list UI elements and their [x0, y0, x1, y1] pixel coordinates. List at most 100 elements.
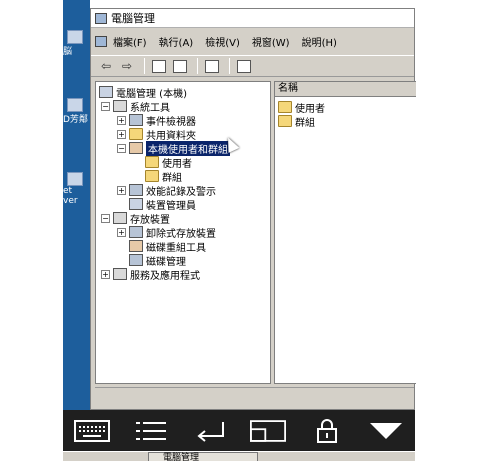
tree-node-storage[interactable]: − 存放裝置: [101, 211, 170, 226]
tree-node-local-users-groups[interactable]: − 本機使用者和群組: [117, 140, 230, 156]
forward-button[interactable]: ⇨: [118, 58, 136, 75]
defragmenter-icon: [129, 240, 143, 252]
tree-node-system-tools[interactable]: − 系統工具: [101, 99, 170, 114]
menu-file[interactable]: 檔案(F): [113, 34, 147, 49]
tree-node-label: 電腦管理 (本機): [116, 88, 187, 100]
expand-icon[interactable]: +: [117, 227, 126, 237]
collapse-icon[interactable]: −: [101, 213, 110, 223]
tree-node-disk-management[interactable]: 磁碟管理: [129, 253, 186, 268]
computer-management-window: 電腦管理 檔案(F) 執行(A) 檢視(V) 視窗(W) 說明(H) ⇦ ⇨ 電…: [90, 8, 416, 410]
export-list-button[interactable]: [203, 58, 221, 75]
help-button[interactable]: [235, 58, 253, 75]
arrow-left-icon: ⇦: [100, 59, 112, 73]
help-icon: [237, 59, 251, 73]
desktop-icon-label: 脳: [63, 47, 73, 57]
toolbar-separator: [229, 58, 230, 74]
removable-storage-icon: [129, 226, 143, 238]
console-icon[interactable]: [95, 35, 107, 47]
desktop-icon-computer[interactable]: 脳: [63, 30, 90, 57]
desktop-icon-network[interactable]: D芳鄰: [63, 98, 90, 125]
desktop: 脳 D芳鄰 et ver: [63, 0, 90, 410]
expand-icon[interactable]: +: [101, 269, 110, 279]
tree-node-device-manager[interactable]: 裝置管理員: [129, 197, 196, 212]
tree-node-users[interactable]: 使用者: [145, 155, 192, 170]
tree-node-label: 效能記錄及警示: [146, 186, 216, 198]
computer-icon: [67, 30, 83, 44]
menu-view[interactable]: 檢視(V): [205, 34, 240, 49]
console-tree[interactable]: 電腦管理 (本機) − 系統工具 + 事件檢視器 + 共用資料夾 − 本機使用者…: [95, 81, 271, 384]
menu-action[interactable]: 執行(A): [159, 34, 194, 49]
shared-folder-icon: [129, 128, 143, 140]
list-icon: [135, 421, 166, 440]
tree-node-shared-folders[interactable]: + 共用資料夾: [117, 127, 196, 142]
desktop-icon-label: D芳鄰: [63, 115, 88, 125]
toolbar-separator: [144, 58, 145, 74]
title-bar[interactable]: 電腦管理: [91, 9, 414, 28]
menu-help[interactable]: 說明(H): [302, 34, 337, 49]
window-resize-icon: [250, 419, 287, 442]
status-bar: [95, 387, 414, 405]
tree-node-label: 事件檢視器: [146, 116, 196, 128]
collapse-icon[interactable]: −: [117, 143, 126, 153]
tree-node-performance-logs[interactable]: + 效能記錄及警示: [117, 183, 216, 198]
tree-node-services-applications[interactable]: + 服務及應用程式: [101, 267, 200, 282]
toolbar: ⇦ ⇨: [91, 55, 414, 77]
storage-icon: [113, 212, 127, 224]
computer-management-icon: [95, 12, 107, 24]
show-hide-tree-button[interactable]: [171, 58, 189, 75]
folder-icon: [145, 170, 159, 182]
arrow-right-icon: ⇨: [121, 59, 133, 73]
lock-button[interactable]: [309, 418, 345, 444]
tree-node-label: 磁碟重組工具: [146, 242, 206, 254]
expand-icon[interactable]: +: [117, 115, 126, 125]
hide-bar-button[interactable]: [368, 418, 404, 444]
list-item[interactable]: 使用者: [278, 100, 325, 115]
tree-node-label: 卸除式存放裝置: [146, 228, 216, 240]
tree-node-label: 服務及應用程式: [130, 270, 200, 282]
keyboard-button[interactable]: [74, 418, 111, 444]
computer-icon: [99, 86, 113, 98]
toolbar-separator: [197, 58, 198, 74]
menu-window[interactable]: 視窗(W): [252, 34, 290, 49]
tree-node-label: 磁碟管理: [146, 256, 186, 268]
window-title: 電腦管理: [111, 12, 155, 25]
folder-icon: [278, 115, 292, 127]
tree-node-root[interactable]: 電腦管理 (本機): [99, 85, 187, 100]
back-button[interactable]: ⇦: [97, 58, 115, 75]
tree-node-label: 裝置管理員: [146, 200, 196, 212]
remote-control-bar: [63, 410, 415, 451]
desktop-icon-label: ver: [63, 196, 78, 206]
window-mode-button[interactable]: [250, 418, 287, 444]
details-pane[interactable]: 名稱 使用者 群組: [274, 81, 416, 384]
enter-button[interactable]: [192, 418, 228, 444]
folder-icon: [278, 101, 292, 113]
users-groups-icon: [129, 142, 143, 154]
tools-icon: [113, 100, 127, 112]
network-icon: [67, 98, 83, 112]
desktop-icon-label: et: [63, 186, 73, 196]
console-tree-icon: [173, 59, 187, 73]
collapse-icon[interactable]: −: [101, 101, 110, 111]
tree-node-label: 本機使用者和群組: [146, 140, 230, 156]
expand-icon[interactable]: +: [117, 129, 126, 139]
list-item-label: 群組: [295, 117, 315, 129]
event-viewer-icon: [129, 114, 143, 126]
desktop-icon-internet[interactable]: et ver: [63, 172, 90, 206]
tree-node-removable-storage[interactable]: + 卸除式存放裝置: [117, 225, 216, 240]
disk-management-icon: [129, 254, 143, 266]
tree-node-label: 使用者: [162, 158, 192, 170]
internet-icon: [67, 172, 83, 186]
enter-icon: [197, 421, 224, 442]
tree-node-event-viewer[interactable]: + 事件檢視器: [117, 113, 196, 128]
tree-node-disk-defragmenter[interactable]: 磁碟重組工具: [129, 239, 206, 254]
column-header-name[interactable]: 名稱: [275, 82, 416, 97]
up-button[interactable]: [150, 58, 168, 75]
tree-node-groups[interactable]: 群組: [145, 169, 182, 184]
taskbar-button-computer-management[interactable]: 電腦管理: [148, 452, 258, 461]
taskbar: 電腦管理: [63, 451, 415, 461]
menu-bar: 檔案(F) 執行(A) 檢視(V) 視窗(W) 說明(H): [91, 31, 414, 51]
list-item[interactable]: 群組: [278, 114, 315, 129]
expand-icon[interactable]: +: [117, 185, 126, 195]
tree-node-label: 存放裝置: [130, 214, 170, 226]
menu-list-button[interactable]: [133, 418, 169, 444]
